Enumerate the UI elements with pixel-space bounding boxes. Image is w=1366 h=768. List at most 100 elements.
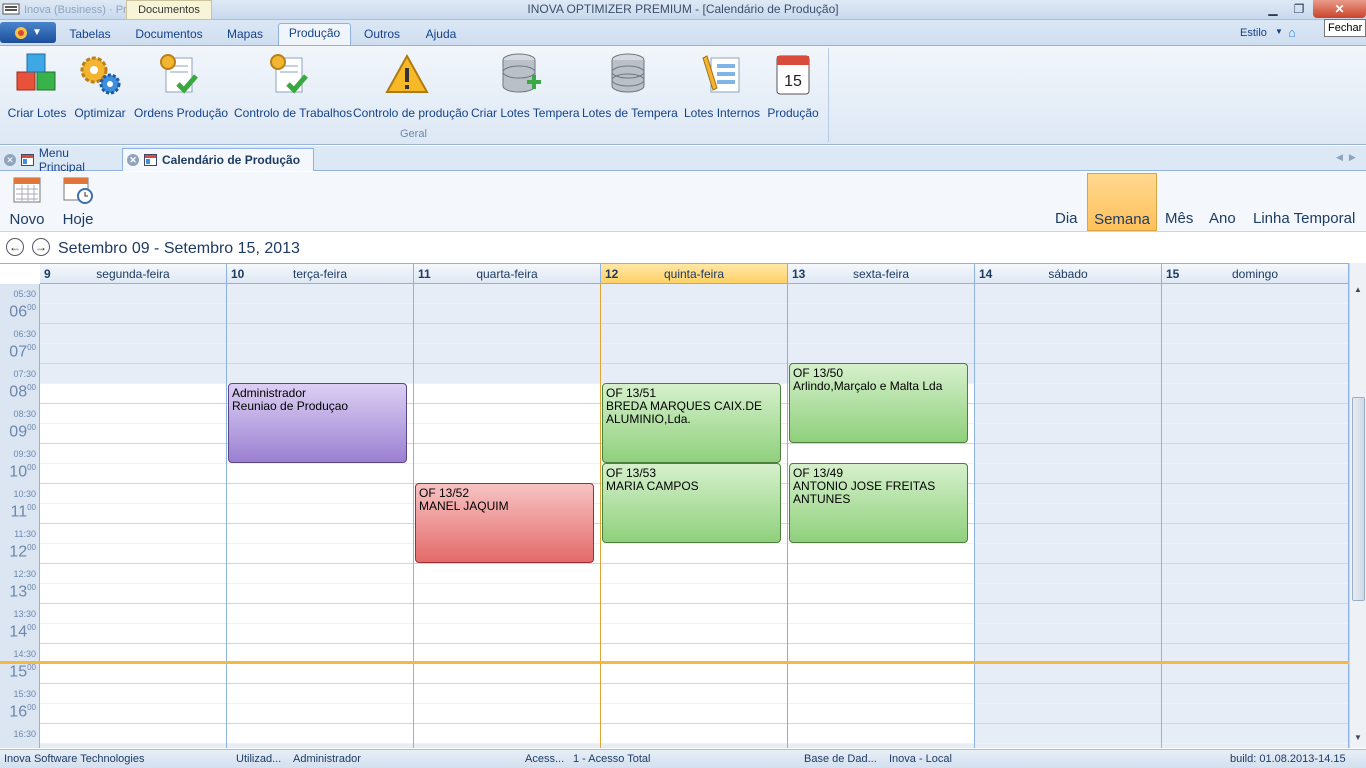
- time-slot[interactable]: [227, 324, 413, 344]
- time-slot[interactable]: [227, 284, 413, 304]
- appointment[interactable]: OF 13/50 Arlindo,Marçalo e Malta Lda: [789, 363, 968, 443]
- criar-lotes-button[interactable]: Criar Lotes: [6, 50, 68, 130]
- time-slot[interactable]: [788, 444, 974, 464]
- optimizar-button[interactable]: Optimizar: [72, 50, 128, 130]
- time-slot[interactable]: [1162, 744, 1348, 748]
- time-slot[interactable]: [788, 544, 974, 564]
- controlo-producao-button[interactable]: Controlo de produção: [353, 50, 468, 130]
- ribbon-tab-tabelas[interactable]: Tabelas: [60, 25, 120, 45]
- time-slot[interactable]: [975, 624, 1161, 644]
- time-slot[interactable]: [1162, 324, 1348, 344]
- appointment[interactable]: OF 13/49 ANTONIO JOSE FREITAS ANTUNES: [789, 463, 968, 543]
- time-slot[interactable]: [788, 324, 974, 344]
- time-slot[interactable]: [975, 484, 1161, 504]
- time-slot[interactable]: [414, 364, 600, 384]
- time-slot[interactable]: [227, 464, 413, 484]
- time-slot[interactable]: [1162, 444, 1348, 464]
- scroll-thumb[interactable]: [1352, 397, 1365, 601]
- time-slot[interactable]: [975, 424, 1161, 444]
- time-slot[interactable]: [1162, 624, 1348, 644]
- time-slot[interactable]: [227, 484, 413, 504]
- time-slot[interactable]: [975, 464, 1161, 484]
- time-slot[interactable]: [414, 684, 600, 704]
- time-slot[interactable]: [601, 584, 787, 604]
- time-slot[interactable]: [227, 624, 413, 644]
- time-slot[interactable]: [40, 744, 226, 748]
- criar-lotes-tempera-button[interactable]: Criar Lotes Tempera: [471, 50, 580, 130]
- time-slot[interactable]: [788, 704, 974, 724]
- time-slot[interactable]: [1162, 684, 1348, 704]
- caret-down-icon[interactable]: ▼: [1275, 27, 1283, 36]
- time-slot[interactable]: [788, 664, 974, 684]
- time-slot[interactable]: [788, 564, 974, 584]
- time-slot[interactable]: [227, 524, 413, 544]
- time-slot[interactable]: [601, 304, 787, 324]
- time-slot[interactable]: [1162, 364, 1348, 384]
- time-slot[interactable]: [40, 304, 226, 324]
- time-slot[interactable]: [975, 604, 1161, 624]
- time-slot[interactable]: [601, 344, 787, 364]
- time-slot[interactable]: [1162, 344, 1348, 364]
- time-slot[interactable]: [975, 584, 1161, 604]
- time-slot[interactable]: [414, 384, 600, 404]
- time-slot[interactable]: [227, 584, 413, 604]
- time-slot[interactable]: [788, 684, 974, 704]
- day-column[interactable]: [1162, 284, 1349, 748]
- time-slot[interactable]: [1162, 664, 1348, 684]
- view-ano[interactable]: Ano: [1209, 210, 1236, 227]
- time-slot[interactable]: [1162, 404, 1348, 424]
- time-slot[interactable]: [601, 564, 787, 584]
- view-mes[interactable]: Mês: [1165, 210, 1193, 227]
- close-tab-icon[interactable]: ✕: [127, 154, 139, 166]
- doc-tab-menu-principal[interactable]: ✕ Menu Principal: [0, 146, 118, 174]
- day-header[interactable]: 10 terça-feira: [227, 264, 414, 284]
- time-slot[interactable]: [601, 544, 787, 564]
- time-slot[interactable]: [414, 584, 600, 604]
- hoje-button[interactable]: Hoje: [58, 176, 98, 228]
- time-slot[interactable]: [788, 724, 974, 744]
- time-slot[interactable]: [975, 504, 1161, 524]
- time-slot[interactable]: [975, 324, 1161, 344]
- ribbon-tab-outros[interactable]: Outros: [356, 25, 408, 45]
- time-slot[interactable]: [1162, 424, 1348, 444]
- application-button[interactable]: ▼: [0, 22, 56, 43]
- tab-scroll-arrows[interactable]: ◀▶: [1336, 152, 1362, 163]
- time-slot[interactable]: [1162, 304, 1348, 324]
- time-slot[interactable]: [601, 724, 787, 744]
- time-slot[interactable]: [40, 584, 226, 604]
- lotes-internos-button[interactable]: Lotes Internos: [684, 50, 760, 130]
- time-slot[interactable]: [975, 524, 1161, 544]
- time-slot[interactable]: [1162, 464, 1348, 484]
- time-slot[interactable]: [601, 324, 787, 344]
- time-slot[interactable]: [975, 344, 1161, 364]
- time-slot[interactable]: [1162, 524, 1348, 544]
- day-header[interactable]: 11 quarta-feira: [414, 264, 601, 284]
- novo-button[interactable]: Novo: [6, 176, 48, 228]
- time-slot[interactable]: [788, 284, 974, 304]
- time-slot[interactable]: [414, 744, 600, 748]
- time-slot[interactable]: [40, 724, 226, 744]
- time-slot[interactable]: [227, 604, 413, 624]
- time-slot[interactable]: [975, 444, 1161, 464]
- view-linha-temporal[interactable]: Linha Temporal: [1253, 210, 1355, 227]
- day-header[interactable]: 15 domingo: [1162, 264, 1349, 284]
- time-slot[interactable]: [788, 624, 974, 644]
- time-slot[interactable]: [601, 364, 787, 384]
- time-slot[interactable]: [1162, 504, 1348, 524]
- time-slot[interactable]: [227, 744, 413, 748]
- time-slot[interactable]: [40, 504, 226, 524]
- time-slot[interactable]: [601, 664, 787, 684]
- time-slot[interactable]: [975, 304, 1161, 324]
- time-slot[interactable]: [40, 424, 226, 444]
- time-slot[interactable]: [1162, 564, 1348, 584]
- time-slot[interactable]: [227, 504, 413, 524]
- time-slot[interactable]: [975, 684, 1161, 704]
- close-button[interactable]: ✕: [1313, 0, 1366, 18]
- time-slot[interactable]: [1162, 544, 1348, 564]
- time-slot[interactable]: [788, 604, 974, 624]
- maximize-button[interactable]: ❐: [1287, 0, 1311, 18]
- time-slot[interactable]: [414, 624, 600, 644]
- doc-tab-calendario-producao[interactable]: ✕ Calendário de Produção: [122, 148, 314, 171]
- time-slot[interactable]: [601, 604, 787, 624]
- ribbon-tab-mapas[interactable]: Mapas: [218, 25, 272, 45]
